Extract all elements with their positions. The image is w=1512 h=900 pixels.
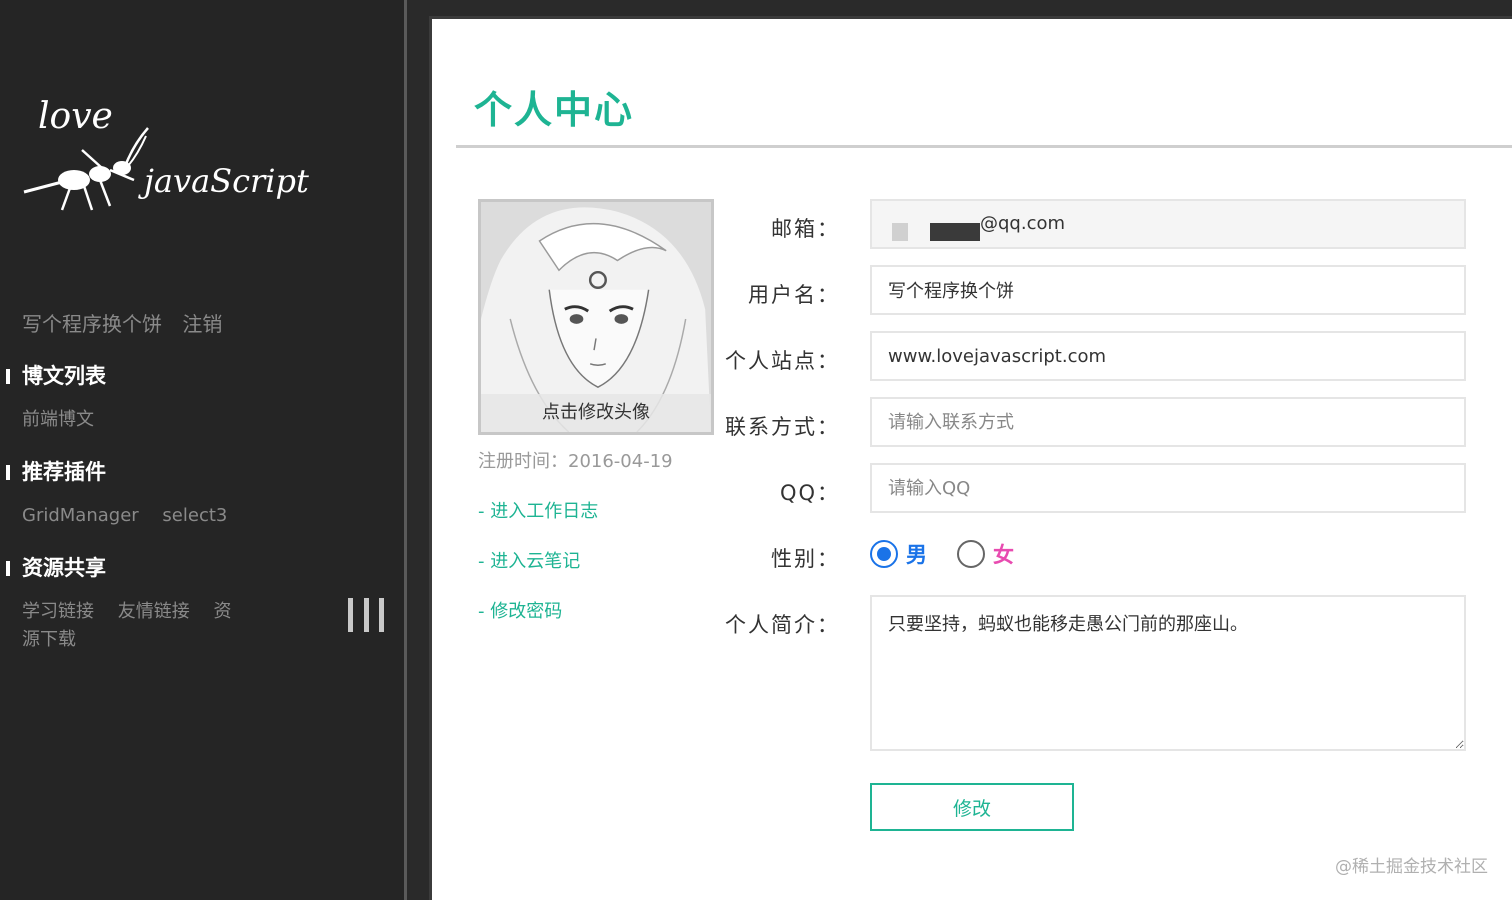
submit-button[interactable]: 修改	[870, 783, 1074, 831]
section-links: 学习链接 友情链接 资源下载	[0, 598, 240, 654]
email-field: @qq.com	[870, 199, 1466, 249]
work-log-link[interactable]: - 进入工作日志	[478, 497, 598, 523]
gender-radio-group: 男 女	[870, 539, 1014, 569]
section-blog-list: 博文列表 前端博文	[0, 362, 112, 434]
sidebar-item-gridmanager[interactable]: GridManager	[22, 505, 139, 526]
bio-label: 个人简介：	[725, 613, 840, 637]
main-panel: 个人中心 点击修改头像 注册时间：2016-04-19 - 进入工作日志 - 进…	[429, 16, 1512, 900]
contact-input[interactable]	[870, 397, 1466, 447]
cloud-notes-link[interactable]: - 进入云笔记	[478, 547, 580, 573]
email-label: 邮箱：	[771, 217, 840, 241]
page-title: 个人中心	[474, 88, 635, 132]
sidebar-item-study-links[interactable]: 学习链接	[22, 601, 94, 622]
avatar[interactable]: 点击修改头像	[478, 199, 714, 435]
site-input[interactable]	[870, 331, 1466, 381]
contact-label: 联系方式：	[725, 415, 840, 439]
svg-text:javaScript: javaScript	[138, 162, 309, 200]
logout-link[interactable]: 注销	[182, 312, 222, 336]
user-row: 写个程序换个饼 注销	[22, 308, 236, 337]
love-javascript-logo[interactable]: love javaScript	[22, 88, 312, 218]
username-link[interactable]: 写个程序换个饼	[22, 312, 162, 336]
gender-male-radio[interactable]	[870, 540, 898, 568]
section-links: GridManager select3	[0, 502, 245, 530]
sidebar-divider	[404, 0, 407, 900]
username-label: 用户名：	[748, 283, 840, 307]
bio-textarea[interactable]: 只要坚持，蚂蚁也能移走愚公门前的那座山。	[870, 595, 1466, 751]
gender-label: 性别：	[771, 547, 840, 571]
section-resources: 资源共享 学习链接 友情链接 资源下载	[0, 554, 240, 654]
gender-female-label[interactable]: 女	[993, 539, 1014, 569]
sidebar: love javaScript 写个程序换个饼 注销 博文列表 前端博文 推荐插…	[0, 0, 404, 900]
qq-input[interactable]	[870, 463, 1466, 513]
gender-female-radio[interactable]	[957, 540, 985, 568]
avatar-caption: 点击修改头像	[481, 394, 711, 432]
sidebar-item-friend-links[interactable]: 友情链接	[118, 601, 190, 622]
site-label: 个人站点：	[725, 349, 840, 373]
sidebar-item-frontend-blog[interactable]: 前端博文	[22, 409, 94, 430]
title-divider	[456, 145, 1512, 148]
email-mask	[888, 213, 980, 241]
section-title: 推荐插件	[0, 458, 245, 486]
change-password-link[interactable]: - 修改密码	[478, 597, 562, 623]
section-plugins: 推荐插件 GridManager select3	[0, 458, 245, 530]
watermark: @稀土掘金技术社区	[1335, 857, 1488, 877]
menu-toggle-icon[interactable]	[348, 598, 384, 632]
ant-logo-icon: love javaScript	[23, 96, 309, 211]
sidebar-item-select3[interactable]: select3	[162, 505, 227, 526]
register-time: 注册时间：2016-04-19	[478, 451, 673, 472]
qq-label: QQ：	[779, 481, 840, 505]
gender-male-label[interactable]: 男	[906, 539, 927, 569]
email-value: @qq.com	[980, 213, 1066, 234]
username-input[interactable]	[870, 265, 1466, 315]
section-title: 资源共享	[0, 554, 240, 582]
svg-text:love: love	[38, 96, 113, 137]
section-title: 博文列表	[0, 362, 112, 390]
section-links: 前端博文	[0, 406, 112, 434]
